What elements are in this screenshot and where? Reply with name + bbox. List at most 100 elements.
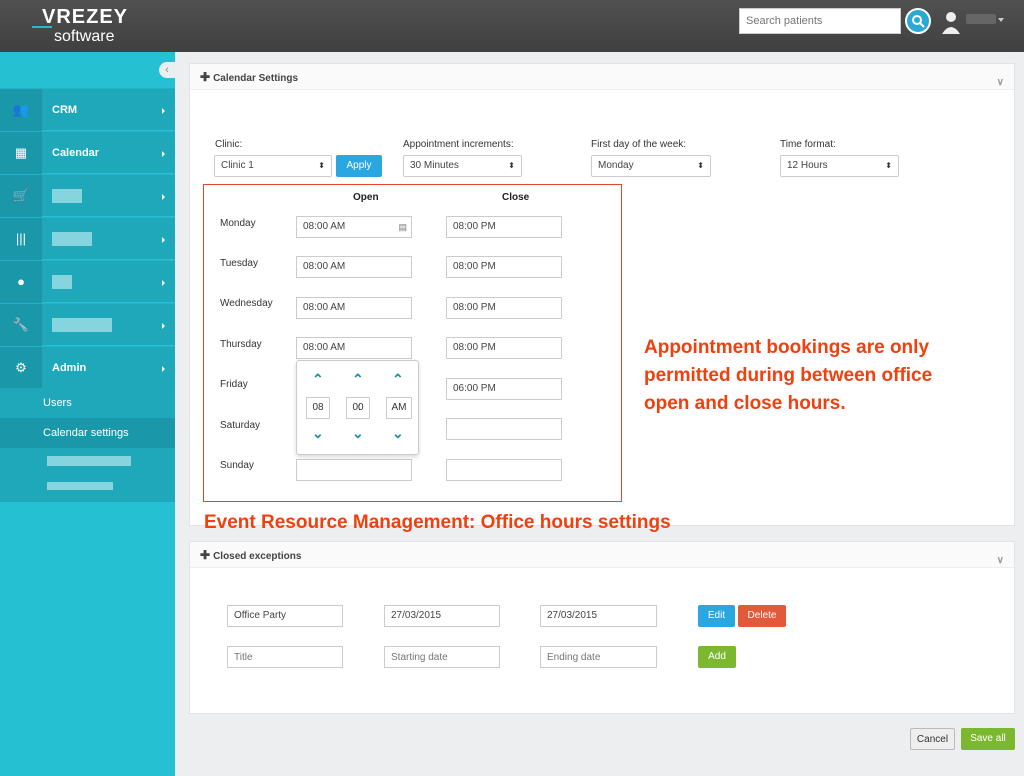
panel-header[interactable]: ✚ Calendar Settings ∨ xyxy=(190,64,1014,90)
edit-button[interactable]: Edit xyxy=(698,605,735,627)
close-time-input[interactable]: 08:00 PM xyxy=(446,337,562,359)
panel-title: Calendar Settings xyxy=(213,73,299,84)
chevron-down-icon[interactable]: ∨ xyxy=(997,70,1004,96)
meridian-field[interactable]: AM xyxy=(386,397,412,419)
plus-icon: ✚ xyxy=(200,70,211,84)
day-label: Monday xyxy=(220,218,256,229)
minute-down-icon[interactable]: ⌄ xyxy=(352,425,364,442)
sidebar-subitem-users[interactable]: Users xyxy=(0,388,175,418)
increments-value: 30 Minutes xyxy=(410,160,459,171)
wrench-icon: 🔧 xyxy=(0,304,42,346)
barcode-icon: ||| xyxy=(0,218,42,260)
chevron-right-icon xyxy=(162,194,165,200)
sidebar-item-crm[interactable]: 👥 CRM xyxy=(0,88,175,131)
minute-up-icon[interactable]: ⌃ xyxy=(352,371,364,388)
user-icon: ● xyxy=(0,261,42,303)
add-button[interactable]: Add xyxy=(698,646,736,668)
open-header: Open xyxy=(353,192,379,203)
sidebar-item-inventory[interactable]: ||| xyxy=(0,217,175,260)
chevron-right-icon xyxy=(162,280,165,286)
collapse-sidebar-button[interactable]: ‹ xyxy=(159,62,175,78)
exception-end-input[interactable]: 27/03/2015 xyxy=(540,605,657,627)
blurred-label xyxy=(47,482,113,490)
calendar-icon: ▦ xyxy=(0,132,42,174)
close-time-input[interactable]: 08:00 PM xyxy=(446,297,562,319)
chevron-down-icon[interactable]: ∨ xyxy=(997,548,1004,574)
day-label: Tuesday xyxy=(220,258,258,269)
clinic-select[interactable]: Clinic 1 ⬍ xyxy=(214,155,332,177)
delete-button[interactable]: Delete xyxy=(738,605,786,627)
time-format-select[interactable]: 12 Hours ⬍ xyxy=(780,155,899,177)
open-time-input[interactable]: 08:00 AM xyxy=(296,256,412,278)
blurred-label xyxy=(52,318,112,332)
meridian-up-icon[interactable]: ⌃ xyxy=(392,371,404,388)
save-all-button[interactable]: Save all xyxy=(961,728,1015,750)
exception-title-input[interactable]: Office Party xyxy=(227,605,343,627)
first-day-select[interactable]: Monday ⬍ xyxy=(591,155,711,177)
new-start-date-input[interactable] xyxy=(384,646,500,668)
cancel-button[interactable]: Cancel xyxy=(910,728,955,750)
close-header: Close xyxy=(502,192,530,203)
sidebar-item-calendar[interactable]: ▦ Calendar xyxy=(0,131,175,174)
users-icon: 👥 xyxy=(0,89,42,131)
sidebar-item-shop[interactable]: 🛒 xyxy=(0,174,175,217)
sidebar-item-label: Calendar xyxy=(52,147,100,159)
day-label: Sunday xyxy=(220,460,254,471)
chevron-right-icon xyxy=(162,323,165,329)
user-name[interactable] xyxy=(966,14,996,24)
close-time-input[interactable] xyxy=(446,418,562,440)
panel-title: Closed exceptions xyxy=(213,551,302,562)
user-avatar-icon xyxy=(942,12,960,34)
hour-field[interactable]: 08 xyxy=(306,397,330,419)
clinic-label: Clinic: xyxy=(215,139,243,150)
exception-start-input[interactable]: 27/03/2015 xyxy=(384,605,500,627)
new-end-date-input[interactable] xyxy=(540,646,657,668)
chevron-right-icon xyxy=(162,151,165,157)
logo-arrow xyxy=(32,26,52,28)
meridian-down-icon[interactable]: ⌄ xyxy=(392,425,404,442)
blurred-label xyxy=(52,232,92,246)
minute-field[interactable]: 00 xyxy=(346,397,370,419)
close-time-input[interactable] xyxy=(446,459,562,481)
open-time-input[interactable]: 08:00 AM xyxy=(296,297,412,319)
updown-icon: ⬍ xyxy=(697,161,704,170)
hour-down-icon[interactable]: ⌄ xyxy=(312,425,324,442)
annotation-title: Event Resource Management: Office hours … xyxy=(204,512,671,533)
updown-icon: ⬍ xyxy=(508,161,515,170)
apply-button[interactable]: Apply xyxy=(336,155,382,177)
open-time-input[interactable]: 08:00 AM xyxy=(296,337,412,359)
sidebar-subitem-blurred[interactable] xyxy=(0,448,175,502)
gears-icon: ⚙ xyxy=(0,347,42,389)
time-picker: ⌃ ⌃ ⌃ 08 : 00 AM ⌄ ⌄ ⌄ xyxy=(296,360,419,455)
chevron-down-icon[interactable] xyxy=(998,18,1004,22)
top-bar: VREZEY software xyxy=(0,0,1024,52)
time-format-label: Time format: xyxy=(780,139,836,150)
day-label: Thursday xyxy=(220,339,262,350)
new-title-input[interactable] xyxy=(227,646,343,668)
search-input[interactable] xyxy=(739,8,901,34)
first-day-value: Monday xyxy=(598,160,634,171)
sidebar-subitem-calendar-settings[interactable]: Calendar settings xyxy=(0,418,175,448)
open-time-input[interactable]: 08:00 AM ▤ xyxy=(296,216,412,238)
clock-icon: ▤ xyxy=(398,222,407,232)
sidebar-item-patients[interactable]: ● xyxy=(0,260,175,303)
chevron-right-icon xyxy=(162,237,165,243)
hour-up-icon[interactable]: ⌃ xyxy=(312,371,324,388)
close-time-input[interactable]: 08:00 PM xyxy=(446,216,562,238)
close-time-input[interactable]: 06:00 PM xyxy=(446,378,562,400)
sidebar-item-tools[interactable]: 🔧 xyxy=(0,303,175,346)
close-time-input[interactable]: 08:00 PM xyxy=(446,256,562,278)
sidebar-item-admin[interactable]: ⚙ Admin xyxy=(0,346,175,389)
updown-icon: ⬍ xyxy=(885,161,892,170)
time-format-value: 12 Hours xyxy=(787,160,828,171)
open-time-input[interactable] xyxy=(296,459,412,481)
logo[interactable]: VREZEY software xyxy=(32,6,142,46)
blurred-label xyxy=(47,456,131,466)
panel-header[interactable]: ✚ Closed exceptions ∨ xyxy=(190,542,1014,568)
search-button[interactable] xyxy=(905,8,931,34)
increments-select[interactable]: 30 Minutes ⬍ xyxy=(403,155,522,177)
avatar[interactable] xyxy=(940,10,962,34)
search-icon xyxy=(912,15,925,28)
sidebar: ‹ 👥 CRM ▦ Calendar 🛒 ||| ● 🔧 ⚙ Admin Use… xyxy=(0,52,175,776)
open-time-value: 08:00 AM xyxy=(303,221,346,232)
